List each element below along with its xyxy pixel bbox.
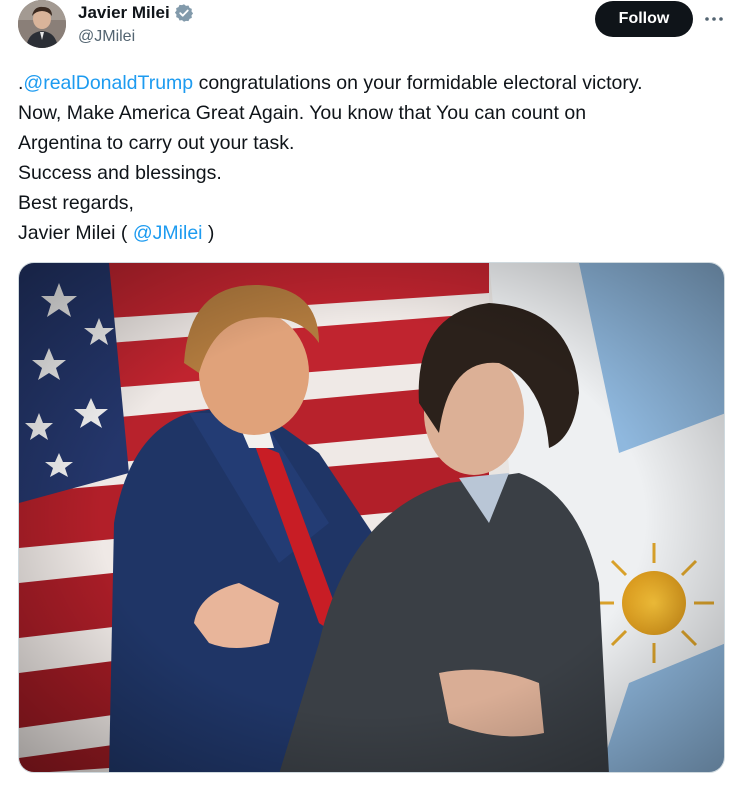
tweet-line-2: Now, Make America Great Again. You know … (18, 102, 587, 124)
display-name[interactable]: Javier Milei (78, 3, 170, 23)
author-info: Javier Milei @JMilei (78, 2, 194, 46)
tweet-line-4: Success and blessings. (18, 162, 222, 184)
author-handle[interactable]: @JMilei (78, 28, 194, 46)
avatar[interactable] (18, 0, 66, 48)
more-horizontal-icon[interactable] (702, 8, 726, 30)
mention-link-jmilei[interactable]: @JMilei (133, 222, 203, 244)
tweet-text: .@realDonaldTrump congratulations on you… (18, 68, 724, 248)
mention-link-realdonaldtrump[interactable]: @realDonaldTrump (23, 72, 193, 94)
tweet-line-1-rest: congratulations on your formidable elect… (193, 72, 643, 94)
tweet-card: Javier Milei @JMilei Follow .@realDonald… (0, 0, 731, 787)
tweet-line-1: .@realDonaldTrump congratulations on you… (18, 68, 724, 98)
tweet-line-5: Best regards, (18, 192, 134, 214)
signature-suffix: ) (202, 222, 215, 244)
verified-badge-icon (174, 3, 194, 23)
tweet-photo[interactable] (18, 262, 725, 773)
display-name-row: Javier Milei (78, 2, 194, 24)
follow-button[interactable]: Follow (595, 1, 693, 37)
tweet-header: Javier Milei @JMilei Follow (18, 0, 723, 52)
signature-prefix: Javier Milei ( (18, 222, 133, 244)
tweet-line-6: Javier Milei ( @JMilei ) (18, 218, 724, 248)
tweet-line-3: Argentina to carry out your task. (18, 132, 295, 154)
